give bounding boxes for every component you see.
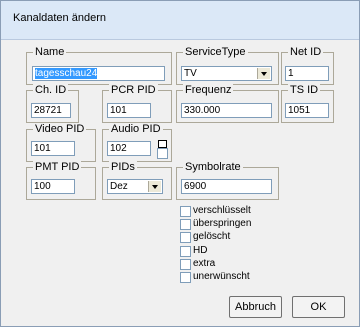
checkbox-ueberspringen[interactable]	[180, 219, 191, 230]
checkbox-label-geloescht: gelöscht	[193, 231, 231, 242]
ts-id-label: TS ID	[288, 84, 321, 97]
cancel-button[interactable]: Abbruch	[229, 296, 282, 318]
checkbox-label-verschluesselt: verschlüsselt	[193, 205, 251, 216]
ch-id-label: Ch. ID	[33, 84, 69, 97]
pcr-pid-input[interactable]: 101	[107, 103, 151, 118]
audio-list-icon[interactable]	[158, 140, 167, 148]
ch-id-input[interactable]: 28721	[31, 103, 71, 118]
ok-button[interactable]: OK	[292, 296, 345, 318]
frequenz-label: Frequenz	[183, 84, 234, 97]
name-label: Name	[33, 46, 67, 59]
frequenz-input[interactable]: 330.000	[181, 103, 272, 118]
net-id-label: Net ID	[288, 46, 324, 59]
service-type-select[interactable]: TV	[181, 66, 272, 81]
name-value: tagesschau24	[35, 68, 98, 79]
window-title: Kanaldaten ändern	[13, 12, 106, 24]
dialog-body: Name tagesschau24 ServiceType TV Net ID …	[7, 41, 351, 321]
net-id-input[interactable]: 1	[285, 66, 329, 81]
ts-id-input[interactable]: 1051	[285, 103, 329, 118]
checkbox-label-ueberspringen: überspringen	[193, 218, 252, 229]
symbolrate-label: Symbolrate	[183, 161, 243, 174]
chevron-down-icon[interactable]	[257, 68, 270, 79]
video-pid-label: Video PID	[33, 123, 87, 136]
checkbox-verschluesselt[interactable]	[180, 206, 191, 217]
dialog-window: Kanaldaten ändern Name tagesschau24 Serv…	[0, 0, 360, 327]
pcr-pid-label: PCR PID	[109, 84, 158, 97]
checkbox-label-unerwuenscht: unerwünscht	[193, 271, 250, 282]
checkbox-extra[interactable]	[180, 259, 191, 270]
pids-label: PIDs	[109, 161, 137, 174]
checkbox-label-extra: extra	[193, 258, 216, 269]
name-input[interactable]: tagesschau24	[32, 66, 165, 81]
audio-pid-checkbox[interactable]	[157, 148, 168, 159]
checkbox-label-hd: HD	[193, 245, 208, 256]
service-type-value: TV	[184, 68, 197, 79]
pmt-pid-input[interactable]: 100	[31, 179, 75, 194]
checkbox-unerwuenscht[interactable]	[180, 272, 191, 283]
pids-select[interactable]: Dez	[107, 179, 163, 194]
checkbox-hd[interactable]	[180, 246, 191, 257]
audio-pid-input[interactable]: 102	[107, 141, 151, 156]
checkbox-geloescht[interactable]	[180, 232, 191, 243]
chevron-down-icon[interactable]	[148, 181, 161, 192]
service-type-label: ServiceType	[183, 46, 248, 59]
audio-pid-label: Audio PID	[109, 123, 163, 136]
video-pid-input[interactable]: 101	[31, 141, 75, 156]
pids-value: Dez	[110, 181, 128, 192]
pmt-pid-label: PMT PID	[33, 161, 82, 174]
title-bar[interactable]: Kanaldaten ändern	[1, 1, 359, 40]
symbolrate-input[interactable]: 6900	[181, 179, 272, 194]
